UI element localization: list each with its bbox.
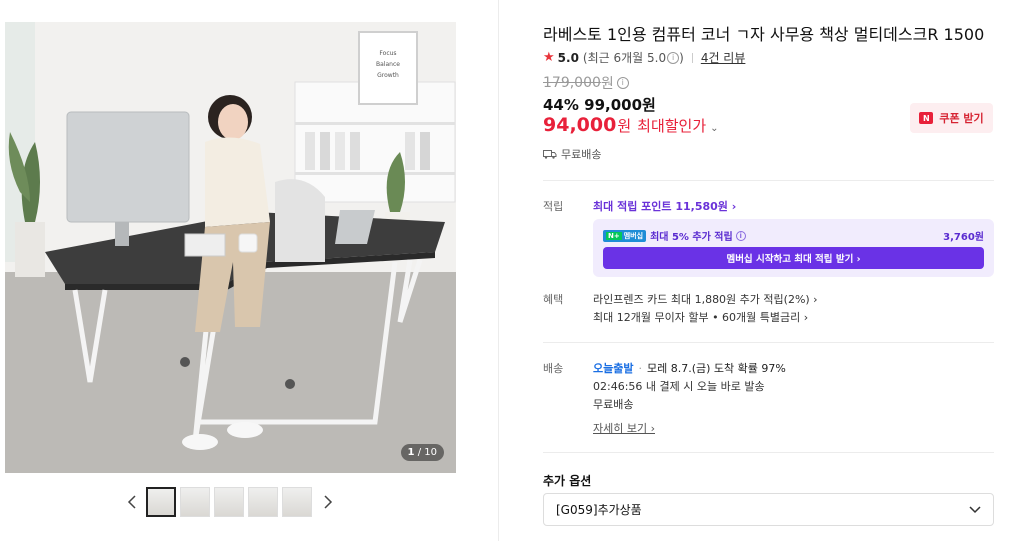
- thumbnail[interactable]: [146, 487, 176, 517]
- cutoff-time: 02:46:56 내 결제 시 오늘 바로 발송: [593, 380, 765, 393]
- info-icon[interactable]: i: [616, 77, 629, 89]
- delivery-label: 배송: [543, 362, 564, 375]
- shipping-row: 무료배송: [543, 146, 601, 162]
- poster-line: Focus: [379, 50, 397, 57]
- next-image-button[interactable]: [320, 487, 336, 517]
- final-price-unit: 원: [617, 117, 632, 135]
- option-selected-value: [G059]추가상품: [556, 503, 642, 517]
- coupon-label: 쿠폰 받기: [939, 112, 984, 125]
- prev-image-button[interactable]: [124, 487, 140, 517]
- max-discount-label[interactable]: 최대할인가: [637, 115, 706, 136]
- delivery-detail-link[interactable]: 자세히 보기 ›: [593, 420, 655, 436]
- membership-amount: 3,760원: [943, 232, 984, 243]
- chevron-down-icon: [969, 505, 981, 513]
- product-title: 라베스토 1인용 컴퓨터 코너 ㄱ자 사무용 책상 멀티데스크R 1500: [543, 25, 985, 44]
- chevron-down-icon[interactable]: ⌄: [710, 123, 718, 134]
- thumbnail[interactable]: [180, 487, 210, 517]
- rating-recent-close: ): [679, 50, 684, 65]
- membership-line: N+ 멤버십 최대 5% 추가 적립 i: [603, 228, 746, 243]
- today-ship-badge: 오늘출발: [593, 362, 634, 375]
- arrival-estimate: 모레 8.7.(금) 도착 확률 97%: [646, 362, 786, 375]
- star-icon: ★: [543, 50, 555, 65]
- chevron-left-icon: [127, 495, 136, 509]
- final-price-value: 94,000: [543, 114, 617, 136]
- product-main-image[interactable]: 1 / 10: [5, 22, 456, 473]
- divider: [543, 180, 994, 181]
- column-divider: [498, 0, 499, 541]
- poster-text: Focus Balance Growth: [359, 48, 417, 81]
- poster-line: Growth: [377, 72, 399, 79]
- benefit-card-link[interactable]: 라인프렌즈 카드 최대 1,880원 추가 적립(2%) ›: [593, 291, 818, 307]
- option-select[interactable]: [G059]추가상품: [543, 493, 994, 526]
- naver-n-icon: N: [919, 112, 934, 124]
- shipping-text: 무료배송: [561, 148, 602, 161]
- poster-line: Balance: [376, 61, 400, 68]
- rating-recent: (최근 6개월 5.0: [582, 51, 667, 65]
- original-price-unit: 원: [600, 76, 614, 92]
- rating-score: 5.0: [557, 50, 579, 65]
- product-photo: [5, 22, 456, 473]
- image-counter: 1 / 10: [400, 444, 444, 461]
- today-delivery: 오늘출발 · 모레 8.7.(금) 도착 확률 97%: [593, 362, 786, 375]
- divider: [543, 342, 994, 343]
- benefit-installment-link[interactable]: 최대 12개월 무이자 할부 • 60개월 특별금리 ›: [593, 309, 808, 325]
- review-link[interactable]: 4건 리뷰: [701, 49, 746, 66]
- thumbnail[interactable]: [214, 487, 244, 517]
- separator: [691, 52, 693, 63]
- membership-text: 최대 5% 추가 적립: [650, 232, 733, 243]
- add-option-label: 추가 옵션: [543, 474, 592, 488]
- thumbnail[interactable]: [282, 487, 312, 517]
- coupon-button[interactable]: N 쿠폰 받기: [910, 103, 993, 133]
- membership-box: N+ 멤버십 최대 5% 추가 적립 i 3,760원 멤버십 시작하고 최대 적…: [593, 219, 994, 277]
- chevron-right-icon: [324, 495, 333, 509]
- original-price-value: 179,000: [543, 75, 601, 91]
- divider: [543, 452, 994, 453]
- info-icon[interactable]: i: [667, 51, 680, 64]
- info-icon[interactable]: i: [735, 230, 746, 241]
- benefits-label: 혜택: [543, 293, 564, 306]
- max-point-link[interactable]: 최대 적립 포인트 11,580원 ›: [593, 198, 736, 214]
- rating-row: ★ 5.0 (최근 6개월 5.0 i ) 4건 리뷰: [543, 49, 745, 66]
- original-price: 179,000 원 i: [543, 73, 629, 93]
- thumbnail[interactable]: [248, 487, 278, 517]
- thumbnail-strip: [124, 486, 336, 518]
- membership-start-button[interactable]: 멤버십 시작하고 최대 적립 받기 ›: [603, 247, 984, 269]
- discount-price: 44% 99,000원: [543, 96, 656, 114]
- delivery-free: 무료배송: [593, 398, 634, 411]
- membership-badge: N+ 멤버십: [603, 229, 647, 242]
- truck-icon: [543, 150, 557, 159]
- points-label: 적립: [543, 200, 564, 213]
- final-price: 94,000 원 최대할인가 ⌄: [543, 114, 719, 136]
